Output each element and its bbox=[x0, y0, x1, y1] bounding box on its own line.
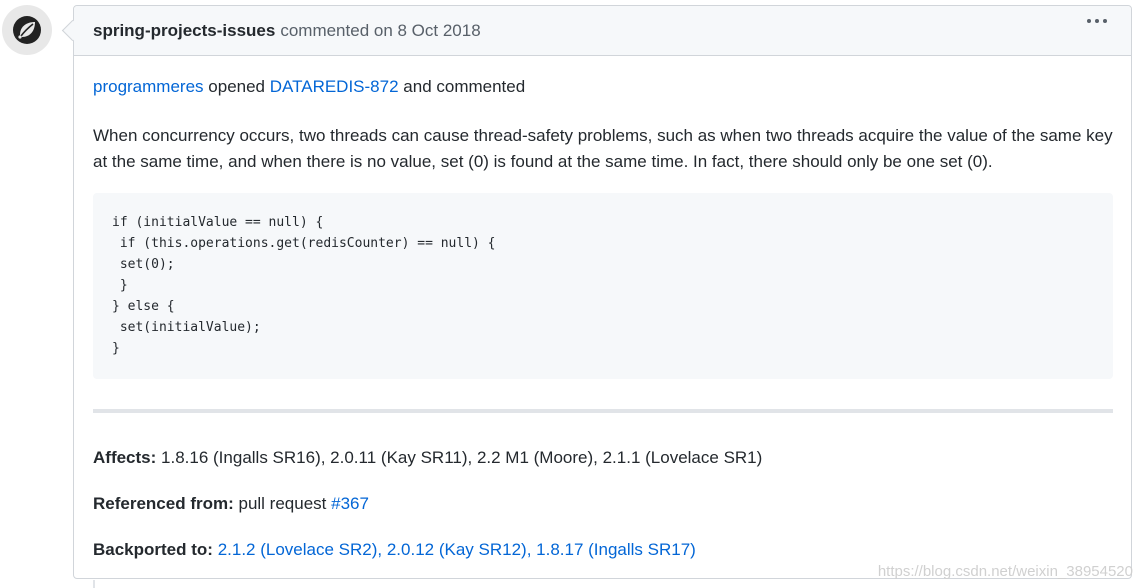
referenced-text: pull request bbox=[238, 494, 327, 513]
backported-line: Backported to: 2.1.2 (Lovelace SR2), 2.0… bbox=[93, 540, 696, 560]
comment-author-link[interactable]: spring-projects-issues bbox=[93, 21, 275, 41]
issue-key-link[interactable]: DATAREDIS-872 bbox=[270, 77, 399, 96]
referenced-line: Referenced from: pull request #367 bbox=[93, 494, 369, 514]
code-block: if (initialValue == null) { if (this.ope… bbox=[93, 193, 1113, 379]
affects-label: Affects: bbox=[93, 448, 157, 467]
pull-request-link[interactable]: #367 bbox=[331, 494, 369, 513]
opened-text: opened bbox=[208, 77, 266, 96]
comment-box: spring-projects-issues commented on 8 Oc… bbox=[73, 5, 1132, 579]
and-commented-text: and commented bbox=[403, 77, 526, 96]
spring-leaf-logo bbox=[13, 16, 41, 44]
backported-label: Backported to: bbox=[93, 540, 213, 559]
watermark: https://blog.csdn.net/weixin_38954520 bbox=[877, 563, 1133, 580]
avatar[interactable] bbox=[2, 5, 52, 55]
opener-link[interactable]: programmeres bbox=[93, 77, 204, 96]
opened-line: programmeres opened DATAREDIS-872 and co… bbox=[93, 77, 525, 97]
comment-timestamp[interactable]: commented on 8 Oct 2018 bbox=[280, 21, 480, 41]
affects-line: Affects: 1.8.16 (Ingalls SR16), 2.0.11 (… bbox=[93, 448, 762, 468]
divider bbox=[93, 409, 1113, 413]
backported-links[interactable]: 2.1.2 (Lovelace SR2), 2.0.12 (Kay SR12),… bbox=[218, 540, 696, 559]
affects-value: 1.8.16 (Ingalls SR16), 2.0.11 (Kay SR11)… bbox=[161, 448, 763, 467]
kebab-horizontal-icon[interactable] bbox=[1087, 19, 1107, 23]
issue-comment-page: spring-projects-issues commented on 8 Oc… bbox=[0, 0, 1139, 588]
code-content: if (initialValue == null) { if (this.ope… bbox=[112, 215, 496, 356]
timeline-connector bbox=[93, 580, 95, 588]
referenced-label: Referenced from: bbox=[93, 494, 234, 513]
issue-description: When concurrency occurs, two threads can… bbox=[93, 126, 1113, 171]
comment-header: spring-projects-issues commented on 8 Oc… bbox=[74, 6, 1131, 56]
